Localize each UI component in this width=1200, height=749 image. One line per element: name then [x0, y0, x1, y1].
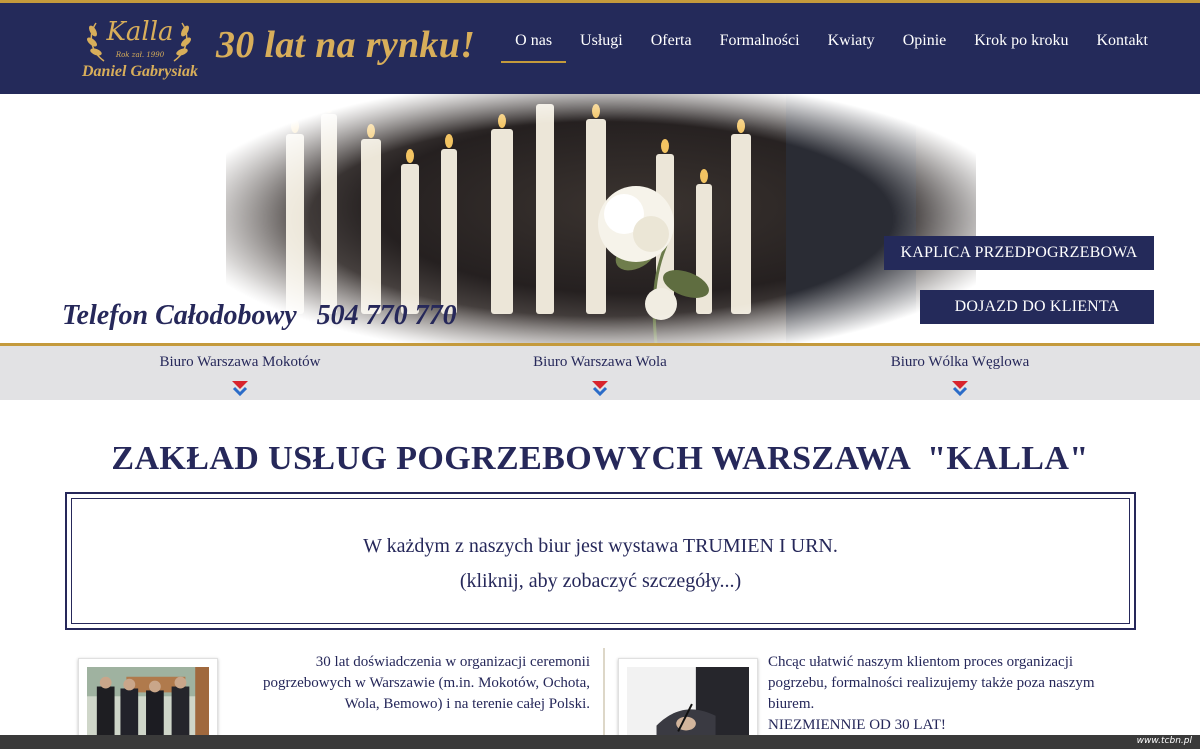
- phone-line: Telefon Całodobowy 504 770 770: [62, 300, 457, 332]
- office-wolka-weglowa[interactable]: Biuro Wólka Węglowa: [810, 354, 1110, 397]
- nav-item-opinie[interactable]: Opinie: [889, 31, 961, 61]
- formalities-text: Chcąc ułatwić naszym klientom proces org…: [768, 652, 1118, 736]
- client-visit-button[interactable]: DOJAZD DO KLIENTA: [920, 290, 1154, 324]
- logo-established: Rok zał. 1990: [115, 51, 165, 59]
- office-label: Biuro Warszawa Wola: [533, 354, 667, 370]
- office-strip: Biuro Warszawa Mokotów Biuro Warszawa Wo…: [0, 346, 1200, 400]
- coffins-notice-box[interactable]: W każdym z naszych biur jest wystawa TRU…: [65, 492, 1136, 630]
- page-title: ZAKŁAD USŁUG POGRZEBOWYCH WARSZAWA "KALL…: [111, 440, 1089, 477]
- nav-item-formalnosci[interactable]: Formalności: [706, 31, 814, 61]
- notice-line-1: W każdym z naszych biur jest wystawa TRU…: [363, 535, 838, 557]
- phone-number[interactable]: 504 770 770: [317, 300, 457, 331]
- footer-bar: www.tcbn.pl: [0, 735, 1200, 749]
- site-header: Kalla Rok zał. 1990 Daniel Gabrysiak 30 …: [0, 3, 1200, 94]
- chevron-down-icon: [592, 381, 608, 397]
- notice-line-2[interactable]: (kliknij, aby zobaczyć szczegóły...): [72, 570, 1129, 593]
- nav-item-oferta[interactable]: Oferta: [637, 31, 706, 61]
- nav-item-kontakt[interactable]: Kontakt: [1082, 31, 1162, 61]
- logo-brand: Kalla: [106, 17, 174, 47]
- coffins-notice-inner: W każdym z naszych biur jest wystawa TRU…: [71, 498, 1130, 624]
- formalities-highlight: NIEZMIENNIE OD 30 LAT!: [768, 717, 946, 733]
- footer-credit[interactable]: www.tcbn.pl: [1137, 736, 1192, 746]
- chevron-down-icon: [232, 381, 248, 397]
- phone-label: Telefon Całodobowy: [62, 300, 297, 331]
- office-mokotow[interactable]: Biuro Warszawa Mokotów: [90, 354, 390, 397]
- kalla-logo[interactable]: Kalla Rok zał. 1990 Daniel Gabrysiak: [72, 11, 208, 85]
- main-nav: O nas Usługi Oferta Formalności Kwiaty O…: [501, 31, 1162, 63]
- formalities-body: Chcąc ułatwić naszym klientom proces org…: [768, 654, 1095, 712]
- chevron-down-icon: [952, 381, 968, 397]
- header-slogan: 30 lat na rynku!: [216, 24, 476, 66]
- chapel-button[interactable]: KAPLICA PRZEDPOGRZEBOWA: [884, 236, 1154, 270]
- nav-item-uslugi[interactable]: Usługi: [566, 31, 637, 61]
- nav-item-o-nas[interactable]: O nas: [501, 31, 566, 63]
- office-label: Biuro Wólka Węglowa: [890, 354, 1030, 370]
- formalities-section: Chcąc ułatwić naszym klientom proces org…: [618, 648, 1118, 749]
- nav-item-kwiaty[interactable]: Kwiaty: [814, 31, 889, 61]
- experience-text: 30 lat doświadczenia w organizacji cerem…: [262, 654, 590, 712]
- experience-section: 30 lat doświadczenia w organizacji cerem…: [78, 648, 605, 749]
- nav-item-krok-po-kroku[interactable]: Krok po kroku: [960, 31, 1082, 61]
- logo-owner: Daniel Gabrysiak: [82, 63, 198, 80]
- hero-banner: Telefon Całodobowy 504 770 770 KAPLICA PR…: [0, 94, 1200, 344]
- office-wola[interactable]: Biuro Warszawa Wola: [450, 354, 750, 397]
- office-label: Biuro Warszawa Mokotów: [159, 354, 321, 370]
